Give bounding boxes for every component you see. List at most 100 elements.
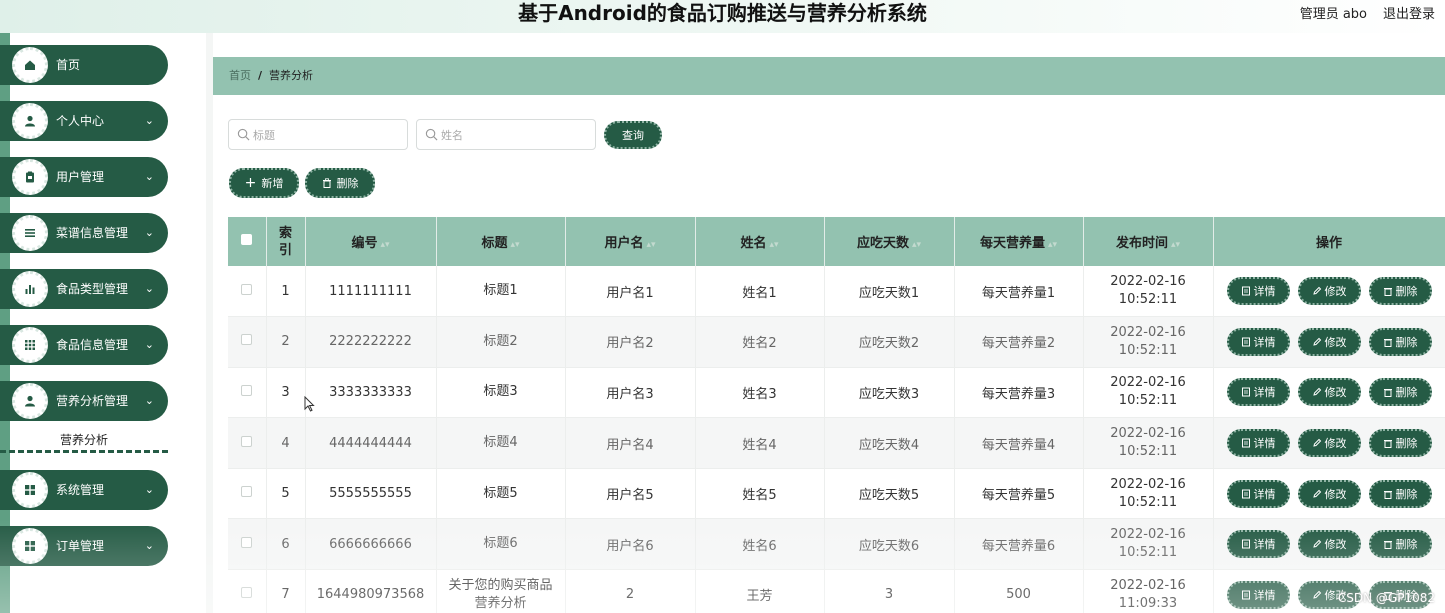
delete-button[interactable]: 删除 <box>1368 530 1432 559</box>
chevron-down-icon: ⌄ <box>144 170 154 183</box>
search-icon <box>237 128 250 141</box>
header-title[interactable]: 标题 ▴▾ <box>436 217 566 266</box>
row-select-cell[interactable] <box>228 569 267 613</box>
sidebar-item-3[interactable]: 用户管理 ⌄ <box>0 157 168 197</box>
detail-button[interactable]: 详情 <box>1226 479 1290 508</box>
sidebar-item-4[interactable]: 菜谱信息管理 ⌄ <box>0 213 168 253</box>
header-nutrition[interactable]: 每天营养量 ▴▾ <box>954 217 1084 266</box>
table-row[interactable]: 5 5555555555 标题5 用户名5 姓名5 应吃天数5 每天营养量5 2022-02-… <box>228 468 1445 520</box>
edit-icon <box>1312 590 1321 599</box>
breadcrumb-home[interactable]: 首页 <box>229 69 251 82</box>
query-button[interactable]: 查询 <box>604 121 662 149</box>
sort-icon[interactable]: ▴▾ <box>1048 240 1057 250</box>
edit-icon <box>1312 489 1321 498</box>
cell-operations: 详情 修改 删除 <box>1213 468 1445 520</box>
select-all-cell[interactable] <box>228 217 267 266</box>
sort-icon[interactable]: ▴▾ <box>769 240 778 250</box>
cell-title: 关于您的购买商品营养分析 <box>436 569 566 613</box>
logout-link[interactable]: 退出登录 <box>1383 3 1435 22</box>
name-search-field[interactable] <box>416 119 596 150</box>
delete-button[interactable]: 删除 <box>1368 277 1432 306</box>
row-checkbox[interactable] <box>241 486 253 498</box>
sort-icon[interactable]: ▴▾ <box>510 240 519 250</box>
detail-button[interactable]: 详情 <box>1226 530 1290 559</box>
table-row[interactable]: 4 4444444444 标题4 用户名4 姓名4 应吃天数4 每天营养量4 2022-02-… <box>228 417 1445 469</box>
delete-button[interactable]: 删除 <box>1368 378 1432 407</box>
sidebar-item-label: 个人中心 <box>56 114 105 128</box>
edit-button[interactable]: 修改 <box>1297 378 1361 407</box>
cell-time: 2022-02-16 10:52:11 <box>1083 316 1214 368</box>
header-days[interactable]: 应吃天数 ▴▾ <box>824 217 955 266</box>
chevron-down-icon: ⌄ <box>144 282 154 295</box>
cell-index: 4 <box>266 417 306 469</box>
header-operations: 操作 <box>1213 217 1445 266</box>
row-checkbox[interactable] <box>241 384 253 396</box>
detail-button[interactable]: 详情 <box>1226 429 1290 458</box>
edit-button[interactable]: 修改 <box>1297 277 1361 306</box>
row-select-cell[interactable] <box>228 367 267 419</box>
row-checkbox[interactable] <box>241 283 253 295</box>
grid-icon <box>12 327 48 363</box>
edit-button[interactable]: 修改 <box>1297 530 1361 559</box>
sort-icon[interactable]: ▴▾ <box>380 240 389 250</box>
cell-time: 2022-02-16 10:52:11 <box>1083 417 1214 469</box>
sidebar-subitem-nutrition[interactable]: 营养分析 <box>0 427 168 453</box>
sidebar-item-1[interactable]: 首页 <box>0 45 168 85</box>
row-select-cell[interactable] <box>228 316 267 368</box>
title-search-input[interactable] <box>253 124 393 146</box>
sidebar-item-7[interactable]: 营养分析管理 ⌄ <box>0 381 168 421</box>
table-row[interactable]: 3 3333333333 标题3 用户名3 姓名3 应吃天数3 每天营养量3 2022-02-… <box>228 367 1445 419</box>
detail-button[interactable]: 详情 <box>1226 327 1290 356</box>
table-header-row: 索引 编号 ▴▾ 标题 ▴▾ 用户名 ▴▾ 姓名 ▴▾ 应吃天数 ▴▾ 每天营养量 ▴▾ 发… <box>228 217 1445 266</box>
header-username[interactable]: 用户名 ▴▾ <box>565 217 696 266</box>
detail-button[interactable]: 详情 <box>1226 378 1290 407</box>
row-select-cell[interactable] <box>228 468 267 520</box>
header-code[interactable]: 编号 ▴▾ <box>305 217 437 266</box>
detail-button[interactable]: 详情 <box>1226 580 1290 609</box>
cell-nutrition: 500 <box>954 569 1084 613</box>
row-checkbox[interactable] <box>241 435 253 447</box>
cell-name: 姓名5 <box>695 468 825 520</box>
delete-button[interactable]: 删除 <box>1368 429 1432 458</box>
row-select-cell[interactable] <box>228 266 267 318</box>
name-search-input[interactable] <box>441 124 581 146</box>
delete-button[interactable]: 删除 <box>1368 327 1432 356</box>
table-row[interactable]: 2 2222222222 标题2 用户名2 姓名2 应吃天数2 每天营养量2 2022-02-… <box>228 316 1445 368</box>
current-user: 管理员 abo <box>1299 7 1367 22</box>
edit-button[interactable]: 修改 <box>1297 479 1361 508</box>
cell-name: 王芳 <box>695 569 825 613</box>
sidebar-subitem-label: 营养分析 <box>60 433 109 447</box>
row-checkbox[interactable] <box>241 334 253 346</box>
title-search-field[interactable] <box>228 119 408 150</box>
cell-nutrition: 每天营养量2 <box>954 316 1084 368</box>
sort-icon[interactable]: ▴▾ <box>912 240 921 250</box>
sidebar-item-8[interactable]: 系统管理 ⌄ <box>0 470 168 510</box>
table-row[interactable]: 1 1111111111 标题1 用户名1 姓名1 应吃天数1 每天营养量1 2022-02-… <box>228 266 1445 318</box>
delete-button[interactable]: 删除 <box>1368 479 1432 508</box>
cell-index: 2 <box>266 316 306 368</box>
sidebar-item-6[interactable]: 食品信息管理 ⌄ <box>0 325 168 365</box>
table-row[interactable]: 6 6666666666 标题6 用户名6 姓名6 应吃天数6 每天营养量6 2022-02-… <box>228 518 1445 571</box>
header-name[interactable]: 姓名 ▴▾ <box>695 217 825 266</box>
edit-button[interactable]: 修改 <box>1297 429 1361 458</box>
row-select-cell[interactable] <box>228 417 267 469</box>
sidebar-item-9[interactable]: 订单管理 ⌄ <box>0 526 168 566</box>
sidebar-item-2[interactable]: 个人中心 ⌄ <box>0 101 168 141</box>
row-checkbox[interactable] <box>241 536 253 548</box>
batch-delete-label: 删除 <box>336 177 359 190</box>
select-all-checkbox[interactable] <box>241 234 253 245</box>
sidebar: 首页 个人中心 ⌄ 用户管理 ⌄ 菜谱信息管理 ⌄ 食品类型管理 ⌄ 食品信息管理 ⌄ 营养分析管理 ⌄… <box>0 33 206 613</box>
sidebar-item-5[interactable]: 食品类型管理 ⌄ <box>0 269 168 309</box>
row-select-cell[interactable] <box>228 518 267 571</box>
detail-icon <box>1241 286 1250 296</box>
sort-icon[interactable]: ▴▾ <box>1171 240 1180 250</box>
cell-name: 姓名4 <box>695 417 825 469</box>
row-checkbox[interactable] <box>241 587 253 599</box>
sort-icon[interactable]: ▴▾ <box>646 240 655 250</box>
batch-delete-button[interactable]: 删除 <box>305 168 375 198</box>
add-button[interactable]: + 新增 <box>229 168 299 198</box>
header-time[interactable]: 发布时间 ▴▾ <box>1083 217 1214 266</box>
detail-button[interactable]: 详情 <box>1226 277 1290 306</box>
table-row[interactable]: 7 1644980973568 关于您的购买商品营养分析 2 王芳 3 500 2022-02… <box>228 569 1445 613</box>
edit-button[interactable]: 修改 <box>1297 327 1361 356</box>
